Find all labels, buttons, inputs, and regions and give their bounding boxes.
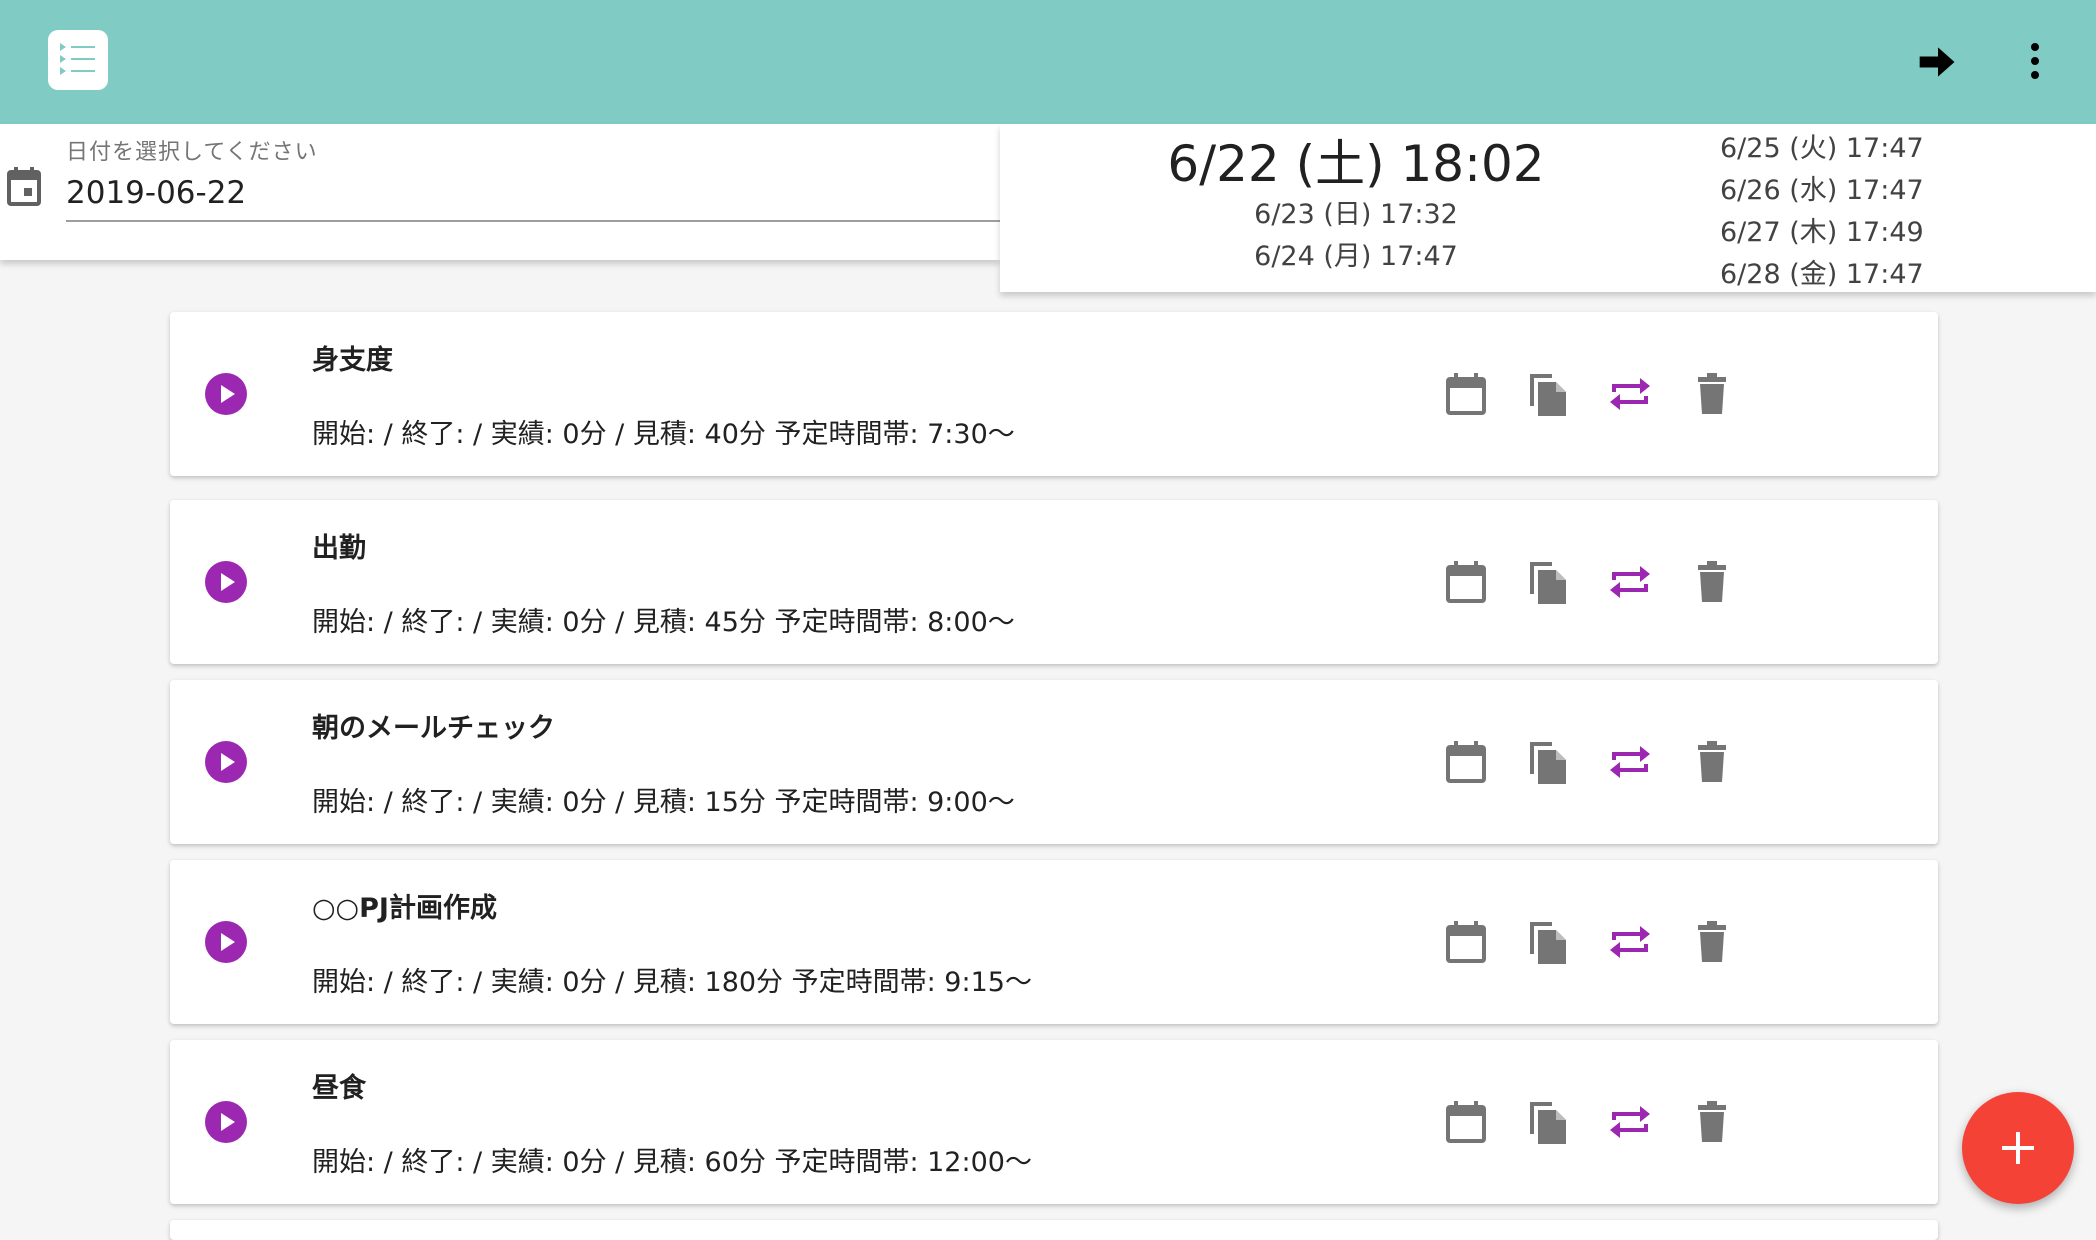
schedule-right-item: 6/25 (火) 17:47 xyxy=(1720,133,1924,164)
more-vert-icon[interactable] xyxy=(2018,38,2052,84)
task-detail: 開始: / 終了: / 実績: 0分 / 見積: 15分 予定時間帯: 9:00… xyxy=(312,787,1015,818)
task-detail: 開始: / 終了: / 実績: 0分 / 見積: 40分 予定時間帯: 7:30… xyxy=(312,419,1015,450)
play-icon[interactable] xyxy=(204,560,248,604)
schedule-right-item: 6/27 (木) 17:49 xyxy=(1720,217,1924,248)
task-title: 出勤 xyxy=(312,533,366,564)
delete-icon[interactable] xyxy=(1688,1098,1736,1146)
task-detail: 開始: / 終了: / 実績: 0分 / 見積: 180分 予定時間帯: 9:1… xyxy=(312,967,1032,998)
repeat-icon[interactable] xyxy=(1606,558,1654,606)
date-field-label: 日付を選択してください xyxy=(66,140,318,165)
calendar-icon[interactable] xyxy=(1442,918,1490,966)
task-title: 身支度 xyxy=(312,345,393,376)
schedule-right-item: 6/28 (金) 17:47 xyxy=(1720,259,1924,290)
copy-icon[interactable] xyxy=(1524,370,1572,418)
play-icon[interactable] xyxy=(204,1100,248,1144)
copy-icon[interactable] xyxy=(1524,1098,1572,1146)
copy-icon[interactable] xyxy=(1524,738,1572,786)
task-detail: 開始: / 終了: / 実績: 0分 / 見積: 45分 予定時間帯: 8:00… xyxy=(312,607,1015,638)
calendar-icon[interactable] xyxy=(1442,1098,1490,1146)
play-icon[interactable] xyxy=(204,372,248,416)
copy-icon[interactable] xyxy=(1524,918,1572,966)
calendar-icon[interactable] xyxy=(1442,370,1490,418)
task-card: ○○PJ計画作成 開始: / 終了: / 実績: 0分 / 見積: 180分 予… xyxy=(170,860,1938,1024)
task-detail: 開始: / 終了: / 実績: 0分 / 見積: 60分 予定時間帯: 12:0… xyxy=(312,1147,1032,1178)
schedule-left-item: 6/23 (日) 17:32 xyxy=(1254,199,1458,230)
task-card: 昼食 開始: / 終了: / 実績: 0分 / 見積: 60分 予定時間帯: 1… xyxy=(170,1040,1938,1204)
delete-icon[interactable] xyxy=(1688,918,1736,966)
app-bar xyxy=(0,0,2096,124)
task-title: ○○PJ計画作成 xyxy=(312,893,497,924)
schedule-card: 6/22 (土) 18:02 6/23 (日) 17:32 6/24 (月) 1… xyxy=(1000,124,2096,292)
task-card: 朝のメールチェック 開始: / 終了: / 実績: 0分 / 見積: 15分 予… xyxy=(170,680,1938,844)
delete-icon[interactable] xyxy=(1688,370,1736,418)
date-input[interactable] xyxy=(66,166,1000,222)
list-icon[interactable] xyxy=(48,30,108,90)
current-datetime: 6/22 (土) 18:02 xyxy=(1167,135,1545,193)
task-title: 朝のメールチェック xyxy=(312,713,555,744)
arrow-forward-icon[interactable] xyxy=(1916,40,1960,84)
schedule-left-item: 6/24 (月) 17:47 xyxy=(1254,241,1458,272)
repeat-icon[interactable] xyxy=(1606,1098,1654,1146)
calendar-icon[interactable] xyxy=(1442,558,1490,606)
repeat-icon[interactable] xyxy=(1606,918,1654,966)
task-title: 昼食 xyxy=(312,1073,366,1104)
add-icon[interactable] xyxy=(1962,1092,2074,1204)
task-card xyxy=(170,1220,1938,1240)
delete-icon[interactable] xyxy=(1688,558,1736,606)
delete-icon[interactable] xyxy=(1688,738,1736,786)
calendar-icon[interactable] xyxy=(1442,738,1490,786)
schedule-right-item: 6/26 (水) 17:47 xyxy=(1720,175,1924,206)
calendar-icon[interactable] xyxy=(6,166,42,210)
task-card: 出勤 開始: / 終了: / 実績: 0分 / 見積: 45分 予定時間帯: 8… xyxy=(170,500,1938,664)
task-card: 身支度 開始: / 終了: / 実績: 0分 / 見積: 40分 予定時間帯: … xyxy=(170,312,1938,476)
date-picker-card: 日付を選択してください xyxy=(0,124,1000,260)
copy-icon[interactable] xyxy=(1524,558,1572,606)
repeat-icon[interactable] xyxy=(1606,370,1654,418)
repeat-icon[interactable] xyxy=(1606,738,1654,786)
play-icon[interactable] xyxy=(204,920,248,964)
play-icon[interactable] xyxy=(204,740,248,784)
